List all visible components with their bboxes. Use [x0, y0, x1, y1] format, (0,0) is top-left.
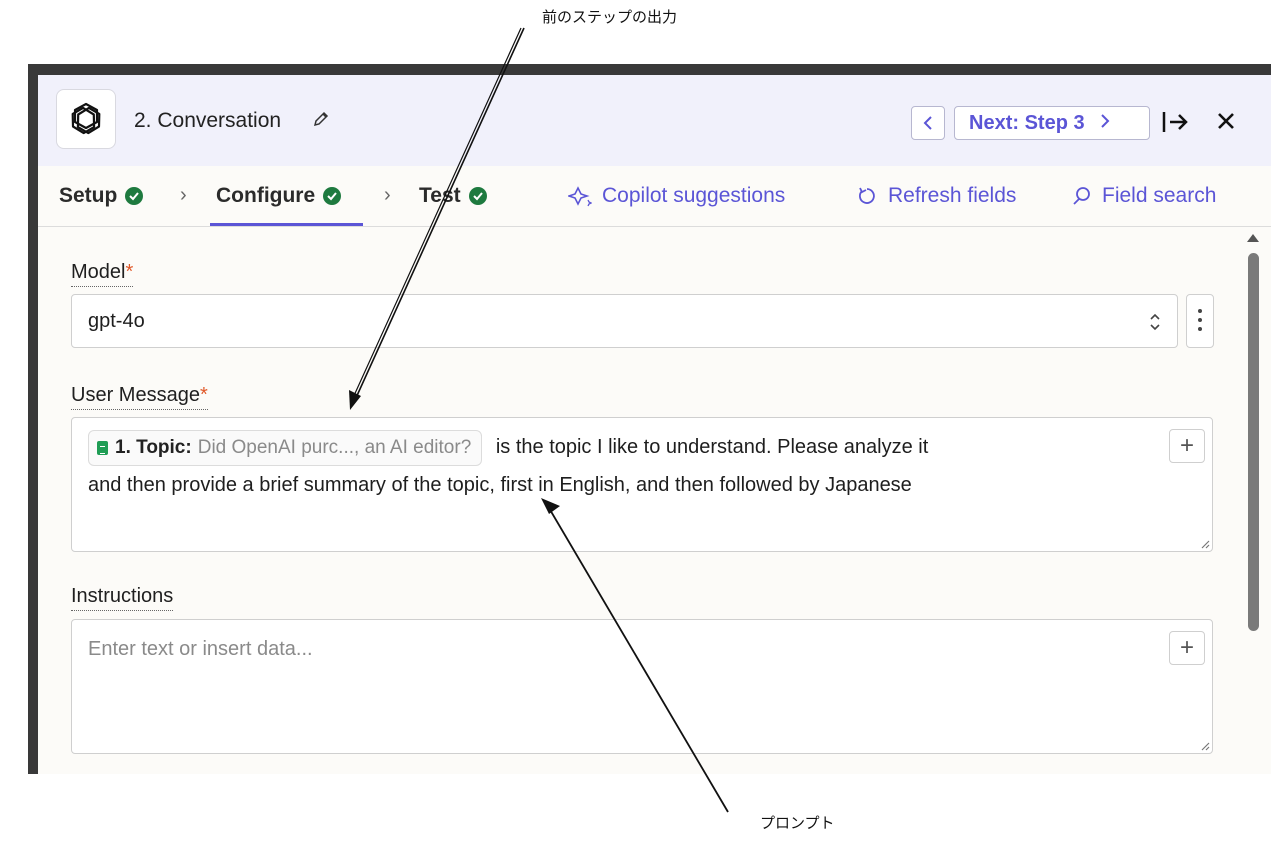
arrow-to-prompt-text	[541, 498, 729, 813]
arrow-to-user-message	[349, 27, 525, 410]
annotation-arrows	[349, 27, 729, 813]
